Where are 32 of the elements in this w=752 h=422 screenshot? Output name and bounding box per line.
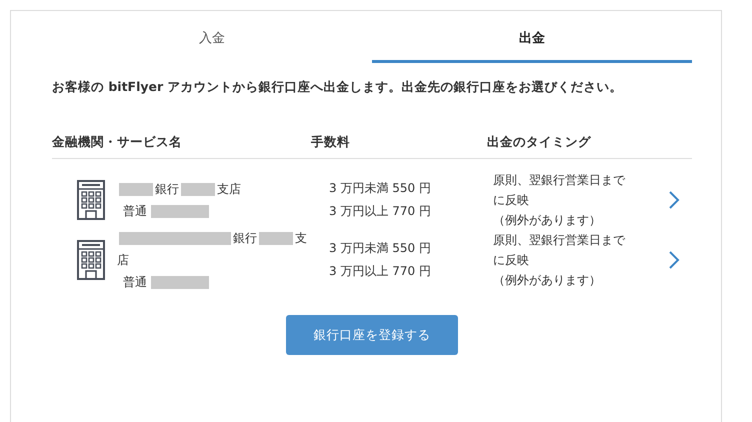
redaction-bar xyxy=(259,232,293,246)
timing-text: （例外があります） xyxy=(493,212,602,229)
redaction-bar xyxy=(151,276,209,288)
redaction-bar xyxy=(151,204,209,218)
chevron-right-icon xyxy=(668,190,680,210)
column-header: 金融機関・サービス名 xyxy=(52,134,183,151)
bank-building-icon xyxy=(77,180,105,220)
account-type-text: 普通 xyxy=(123,203,147,220)
bank-name-text: 支 xyxy=(295,231,307,245)
redaction-bar xyxy=(119,183,153,196)
bank-account-row[interactable]: 銀行 支 店 普通 3 万円未満 550 円 3 万円以上 770 円 原則、翌銀行営業日までに反映 （例外があります） xyxy=(52,230,692,290)
fee-text: 3 万円以上 770 円 xyxy=(329,203,432,220)
column-header: 手数料 xyxy=(311,134,351,151)
fee-text: 3 万円未満 550 円 xyxy=(329,240,432,257)
bank-account-row[interactable]: 銀行 支店 普通 3 万円未満 550 円 3 万円以上 770 円 原則、翌銀行営業日までに反映 （例外があります） xyxy=(52,170,692,230)
fee-text: 3 万円未満 550 円 xyxy=(329,180,432,197)
description-text: お客様の bitFlyer アカウントから銀行口座へ出金します。出金先の銀行口座をお選びください。 xyxy=(52,79,624,96)
redaction-bar xyxy=(181,183,215,196)
bank-name-text: 銀行 xyxy=(155,182,179,196)
bank-name-text: 支店 xyxy=(217,182,241,196)
timing-text: 原則、翌銀行営業日までに反映 xyxy=(493,232,626,269)
column-header: 出金のタイミング xyxy=(487,134,591,151)
tab[interactable]: 出金 xyxy=(372,11,692,63)
bank-name-text: 銀行 xyxy=(233,231,257,245)
timing-text: （例外があります） xyxy=(493,272,602,289)
account-type-text: 普通 xyxy=(123,274,147,291)
chevron-right-icon xyxy=(668,250,680,270)
timing-text: 原則、翌銀行営業日までに反映 xyxy=(493,172,626,209)
tab[interactable]: 入金 xyxy=(52,11,372,63)
fee-text: 3 万円以上 770 円 xyxy=(329,263,432,280)
bank-name-text: 店 xyxy=(117,253,129,267)
bank-building-icon xyxy=(77,240,105,280)
